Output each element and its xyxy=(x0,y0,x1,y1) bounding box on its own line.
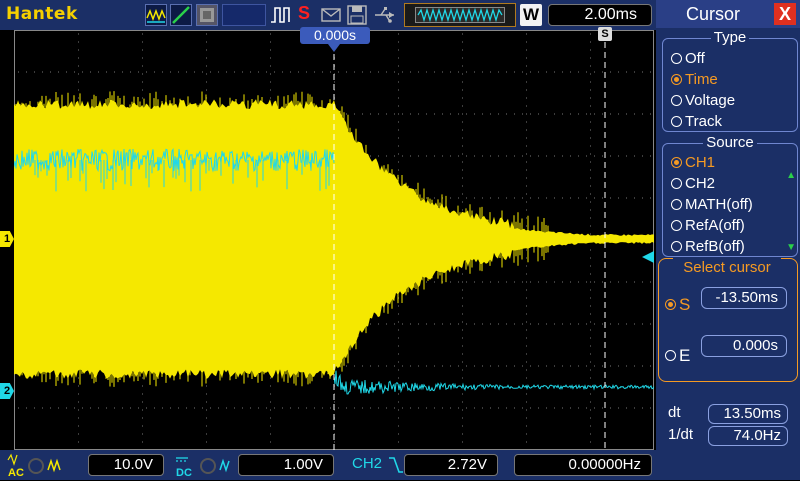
type-option-off[interactable]: Off xyxy=(671,49,705,69)
mail-icon[interactable] xyxy=(320,4,342,26)
slope-icon[interactable] xyxy=(170,4,192,26)
trigger-source[interactable]: CH2 xyxy=(352,455,382,472)
cursor-s-radio[interactable]: S xyxy=(665,295,690,315)
frequency-counter: 0.00000Hz xyxy=(514,454,652,476)
ch2-coupling-text: DC xyxy=(176,467,192,478)
scroll-down-icon[interactable]: ▼ xyxy=(786,242,796,253)
ch1-coupling-text: AC xyxy=(8,467,24,478)
source-option-refa[interactable]: RefA(off) xyxy=(671,216,745,236)
trigger-level[interactable]: 2.72V xyxy=(404,454,498,476)
ch1-ground-marker[interactable]: 1 xyxy=(0,231,14,247)
dt-label: dt xyxy=(668,404,681,421)
type-option-voltage[interactable]: Voltage xyxy=(671,91,735,111)
close-button[interactable]: X xyxy=(774,3,796,25)
memory-position-bar[interactable] xyxy=(404,3,516,27)
bottom-status-bar: AC 10.0V DC 1.00V CH2 2.72V 0.00000Hz xyxy=(0,450,656,480)
source-option-refb[interactable]: RefB(off) xyxy=(671,237,745,257)
ch2-ground-marker[interactable]: 2 xyxy=(0,383,14,399)
select-cursor-group: Select cursor S -13.50ms E 0.000s xyxy=(658,258,798,382)
type-group-title: Type xyxy=(710,29,750,46)
type-option-track[interactable]: Track xyxy=(671,112,722,132)
timebase-readout[interactable]: 2.00ms xyxy=(548,4,652,26)
source-group: Source CH1 CH2 MATH(off) RefA(off) RefB(… xyxy=(662,134,798,257)
ch1-scale[interactable]: 10.0V xyxy=(88,454,164,476)
ch2-trace-post xyxy=(333,370,655,395)
top-toolbar: Hantek S W 2.00ms xyxy=(0,0,656,30)
trigger-position-arrow xyxy=(328,44,340,52)
trigger-status-icon: S xyxy=(298,3,311,23)
type-option-time[interactable]: Time xyxy=(671,70,718,90)
ch1-coupling-icon[interactable]: AC xyxy=(6,452,64,481)
source-option-math[interactable]: MATH(off) xyxy=(671,195,753,215)
usb-icon xyxy=(372,4,398,26)
trigger-edge-falling-icon xyxy=(388,455,404,480)
cursor-s-value[interactable]: -13.50ms xyxy=(701,287,787,309)
cursor-e-value[interactable]: 0.000s xyxy=(701,335,787,357)
scroll-up-icon[interactable]: ▲ xyxy=(786,170,796,181)
source-group-title: Source xyxy=(703,134,757,151)
select-cursor-title: Select cursor xyxy=(673,258,781,278)
ch2-coupling-icon[interactable]: DC xyxy=(174,452,232,481)
brand-logo: Hantek xyxy=(6,4,78,24)
source-option-ch1[interactable]: CH1 xyxy=(671,153,715,173)
cursor-e-radio[interactable]: E xyxy=(665,346,690,366)
acquisition-badge: W xyxy=(520,4,542,26)
type-group: Type Off Time Voltage Track xyxy=(662,29,798,132)
memory-window xyxy=(415,7,505,23)
cursor-s-tag[interactable]: S xyxy=(598,27,612,41)
trigger-edge-icon[interactable] xyxy=(270,4,292,26)
waveform-display[interactable] xyxy=(13,30,655,450)
status-slot xyxy=(222,4,266,26)
waveform-canvas xyxy=(13,30,655,450)
ch2-scale[interactable]: 1.00V xyxy=(238,454,334,476)
inv-dt-label: 1/dt xyxy=(668,426,694,443)
waveform-icon[interactable] xyxy=(145,4,167,26)
cursor-panel: Cursor X Type Off Time Voltage Track Sou… xyxy=(656,0,800,480)
dt-value: 13.50ms xyxy=(708,404,788,424)
save-disk-icon[interactable] xyxy=(346,4,368,26)
display-mode-icon[interactable] xyxy=(196,4,218,26)
source-option-ch2[interactable]: CH2 xyxy=(671,174,715,194)
trigger-position-badge[interactable]: 0.000s xyxy=(300,27,370,44)
inv-dt-value: 74.0Hz xyxy=(708,426,788,446)
